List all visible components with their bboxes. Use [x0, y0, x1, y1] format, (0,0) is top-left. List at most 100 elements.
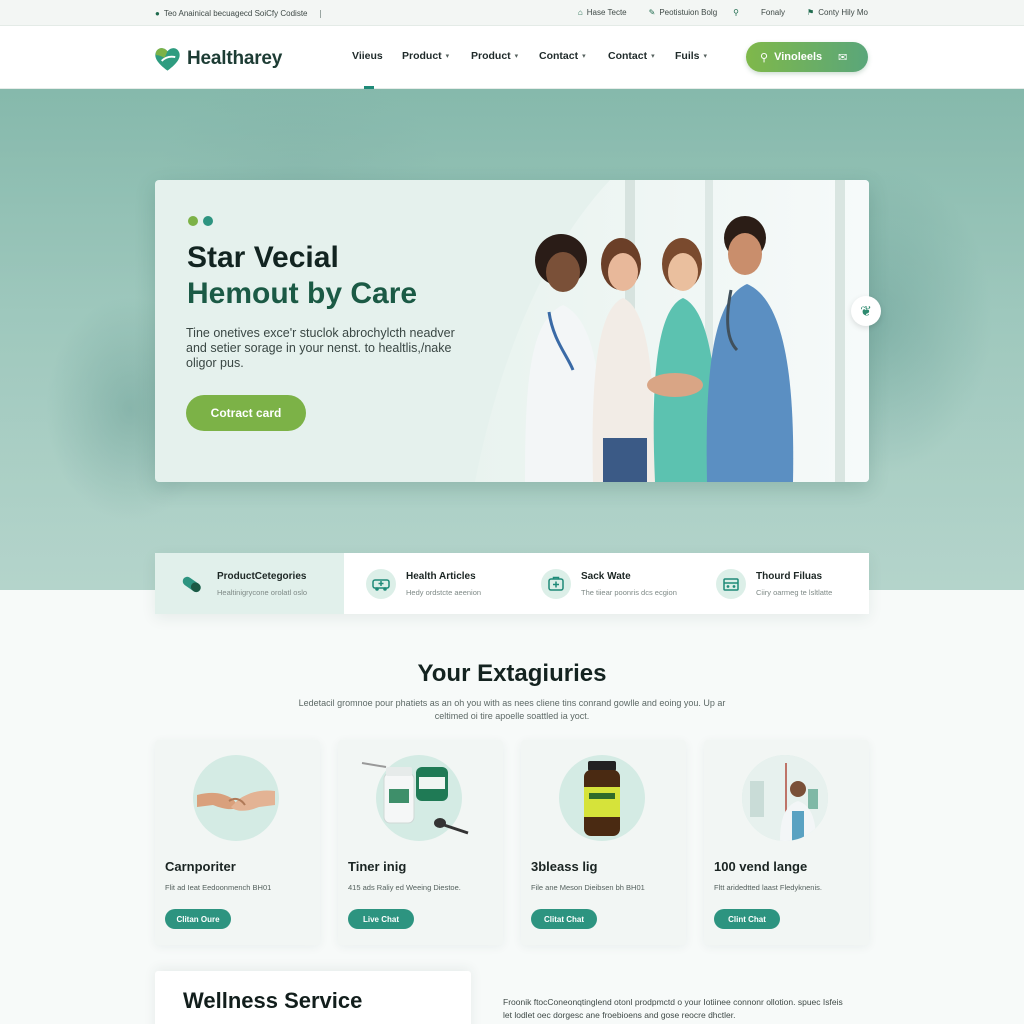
- first-aid-icon: [541, 568, 571, 599]
- utility-left: ● Teo Anainical becuagecd SoiCfy Codiste: [155, 9, 321, 18]
- nav-item-contact[interactable]: Contact ▾: [539, 50, 608, 62]
- map-pin-icon: ⚑: [807, 7, 815, 17]
- feature-title: ProductCetegories: [217, 570, 307, 582]
- category-card[interactable]: 100 vend lange Fltt aridedtted laast Fle…: [704, 740, 869, 945]
- chevron-down-icon: ▾: [651, 53, 655, 60]
- ambulance-icon: [366, 568, 396, 599]
- hero-dots: [188, 216, 213, 226]
- hero-dot: [188, 216, 198, 226]
- category-card[interactable]: 3bleass lig File ane Meson Dieibsen bh B…: [521, 740, 686, 945]
- card-subtitle: 415 ads Raliy ed Weeing Diestoe.: [348, 883, 461, 892]
- utility-bar: ● Teo Anainical becuagecd SoiCfy Codiste…: [0, 0, 1024, 26]
- feature-thourd-filuas[interactable]: Thourd Filuas Ciiry oarmeg te lsltlatte: [694, 553, 869, 614]
- nav-label: Contact: [608, 50, 648, 62]
- chevron-down-icon: ▾: [445, 53, 450, 60]
- card-title: 3bleass lig: [531, 859, 598, 874]
- nav-item-product-2[interactable]: Product ▾: [471, 50, 539, 62]
- feature-title: Health Articles: [406, 570, 476, 582]
- nav-label: Product: [471, 50, 511, 62]
- nav-label: Contact: [539, 50, 579, 62]
- mail-icon: ✉: [838, 51, 848, 64]
- feature-sack-wate[interactable]: Sack Wate The tiiear poonris dcs ecgion: [519, 553, 694, 614]
- medicine-bottles-image: [361, 755, 469, 841]
- hero-dot: [203, 216, 213, 226]
- utility-link-location[interactable]: ⚑ Conty Hily Mo: [807, 8, 868, 17]
- feature-health-articles[interactable]: Health Articles Hedy ordstcte aeenion: [344, 553, 519, 614]
- card-button[interactable]: Clitan Oure: [165, 909, 231, 929]
- feature-text: Thourd Filuas Ciiry oarmeg te lsltlatte: [756, 571, 832, 597]
- chevron-down-icon: ▾: [514, 53, 519, 60]
- utility-link-label: Peotistuion Bolg: [659, 8, 718, 17]
- utility-link-family[interactable]: Fonaly: [761, 8, 785, 17]
- utility-links: ⌂ Hase Tecte ✎ Peotistuion Bolg ⚲ Fonaly…: [578, 8, 868, 17]
- utility-link-label: Hase Tecte: [586, 8, 627, 17]
- location-dot-icon: ●: [155, 8, 160, 18]
- hero-title-line-1: Star Vecial: [187, 241, 339, 274]
- hero-title-line-2: Hemout by Care: [187, 277, 418, 310]
- doctor-image: [742, 755, 828, 841]
- feature-text: Sack Wate The tiiear poonris dcs ecgion: [581, 571, 677, 597]
- card-title: 100 vend lange: [714, 859, 808, 874]
- handshake-image: [193, 755, 279, 841]
- feature-text: Health Articles Hedy ordstcte aeenion: [406, 571, 481, 597]
- header-cta-button[interactable]: ⚲ Vinoleels ✉: [746, 42, 868, 72]
- site-header: Healtharey Viieus Product ▾ Product ▾ Co…: [0, 26, 1024, 89]
- feature-subtitle: Hedy ordstcte aeenion: [406, 587, 482, 597]
- main-nav: Viieus Product ▾ Product ▾ Contact ▾ Con…: [352, 50, 715, 89]
- utility-link-blog[interactable]: ✎ Peotistuion Bolg ⚲: [649, 8, 739, 17]
- wellness-box: Wellness Service: [155, 971, 471, 1024]
- card-button[interactable]: Clint Chat: [714, 909, 780, 929]
- supplement-jar-image: [559, 755, 645, 841]
- feature-subtitle: Ciiry oarmeg te lsltlatte: [756, 587, 833, 597]
- card-button[interactable]: Clitat Chat: [531, 909, 597, 929]
- pill-icon: [177, 569, 207, 599]
- card-subtitle: Fltt aridedtted laast Fledyknenis.: [714, 883, 822, 892]
- home-icon: ⌂: [577, 7, 583, 17]
- nav-item-files[interactable]: Fuils ▾: [675, 50, 715, 62]
- nav-label: Viieus: [352, 50, 383, 62]
- hero-title: Star Vecial Hemout by Care: [187, 240, 487, 312]
- utility-link-home[interactable]: ⌂ Hase Tecte: [578, 8, 627, 17]
- clinic-icon: [716, 568, 746, 599]
- leaf-icon: ❦: [860, 302, 872, 319]
- category-card[interactable]: Tiner inig 415 ads Raliy ed Weeing Diest…: [338, 740, 503, 945]
- card-subtitle: File ane Meson Dieibsen bh BH01: [531, 883, 645, 892]
- nav-item-contact-2[interactable]: Contact ▾: [608, 50, 675, 62]
- category-card[interactable]: Carnporiter Flit ad Ieat Eedoonmench BH0…: [155, 740, 320, 945]
- hero-contact-button[interactable]: Cotract card: [186, 395, 306, 431]
- pen-icon: ✎: [648, 7, 656, 17]
- chevron-down-icon: ▾: [703, 53, 708, 60]
- utility-link-label: Conty Hily Mo: [818, 8, 868, 17]
- chevron-down-icon: ▾: [582, 53, 586, 60]
- feature-product-categories[interactable]: ProductCetegories Healtinigrycone orolat…: [155, 553, 344, 614]
- category-cards: Carnporiter Flit ad Ieat Eedoonmench BH0…: [155, 740, 869, 945]
- search-icon: ⚲: [760, 51, 769, 64]
- feature-strip: ProductCetegories Healtinigrycone orolat…: [155, 553, 869, 614]
- utility-tagline: Teo Anainical becuagecd SoiCfy Codiste: [163, 9, 308, 18]
- hero-medical-team-image: [475, 180, 869, 482]
- feature-title: Sack Wate: [581, 570, 631, 582]
- feature-subtitle: Healtinigrycone orolatl oslo: [217, 587, 308, 597]
- wellness-description: Froonik ftocConeonqtinglend otonl prodpm…: [503, 997, 843, 1020]
- utility-divider: [319, 9, 321, 18]
- carousel-next-button[interactable]: ❦: [851, 296, 881, 326]
- nav-item-views[interactable]: Viieus: [352, 50, 402, 89]
- wellness-title: Wellness Service: [183, 988, 363, 1013]
- logo-text: Healtharey: [187, 48, 283, 69]
- nav-label: Fuils: [675, 50, 700, 62]
- nav-item-product[interactable]: Product ▾: [402, 50, 471, 62]
- logo[interactable]: Healtharey: [153, 45, 282, 73]
- user-icon: ⚲: [733, 7, 740, 17]
- hero-card: Star Vecial Hemout by Care Tine onetives…: [155, 180, 869, 482]
- categories-description: Ledetacil gromnoe pour phatiets as an oh…: [298, 698, 726, 721]
- utility-link-label: Fonaly: [761, 8, 786, 17]
- heart-logo-icon: [155, 48, 180, 71]
- feature-title: Thourd Filuas: [756, 570, 823, 582]
- hero-description: Tine onetives exce'r stuclok abrochylcth…: [186, 326, 455, 370]
- nav-label: Product: [402, 50, 442, 62]
- categories-title: Your Extagiuries: [417, 660, 607, 687]
- header-cta-label: Vinoleels: [774, 51, 823, 63]
- feature-subtitle: The tiiear poonris dcs ecgion: [581, 587, 677, 597]
- card-subtitle: Flit ad Ieat Eedoonmench BH01: [165, 883, 272, 892]
- card-button[interactable]: Live Chat: [348, 909, 414, 929]
